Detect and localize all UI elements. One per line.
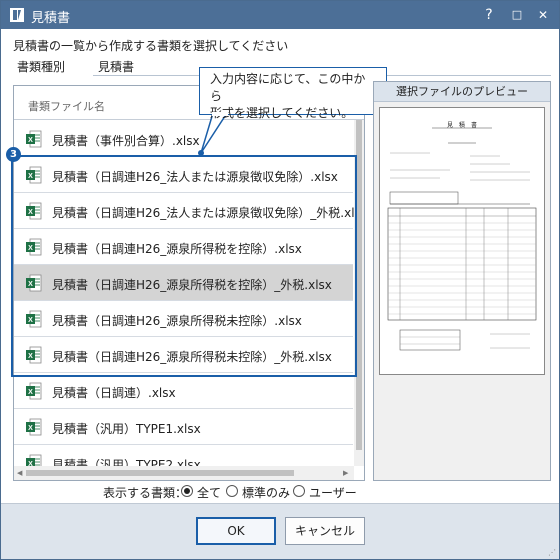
radio-all[interactable]	[181, 485, 193, 497]
excel-file-icon: X	[26, 130, 42, 148]
preview-document: 見 積 書	[379, 107, 545, 375]
highlight-box	[11, 155, 357, 377]
radio-standard[interactable]	[226, 485, 238, 497]
ok-button[interactable]: OK	[196, 517, 276, 545]
app-logo-icon	[10, 8, 24, 22]
cancel-button[interactable]: キャンセル	[285, 517, 365, 545]
callout-seam	[212, 112, 228, 116]
svg-text:X: X	[28, 425, 33, 432]
radio-user[interactable]	[293, 485, 305, 497]
scroll-left-icon[interactable]: ◀	[17, 469, 22, 477]
preview-panel: 選択ファイルのプレビュー 見 積 書	[373, 81, 551, 481]
list-item-name: 見積書（汎用）TYPE1.xlsx	[52, 422, 201, 436]
resize-grip-icon[interactable]: ⋰	[548, 548, 556, 557]
filter-bar: 表示する書類： 全て 標準のみ ユーザーのみ	[13, 483, 365, 517]
estimate-dialog: 見積書 ? □ ✕ 見積書の一覧から作成する書類を選択してください 書類種別 見…	[0, 0, 560, 560]
help-button[interactable]: ?	[477, 5, 501, 25]
preview-header: 選択ファイルのプレビュー	[374, 82, 550, 102]
list-item[interactable]: X 見積書（汎用）TYPE1.xlsx	[14, 409, 353, 445]
horizontal-scroll-thumb[interactable]	[26, 470, 294, 476]
title-bar: 見積書 ? □ ✕	[1, 1, 559, 29]
list-header-label: 書類ファイル名	[28, 100, 105, 113]
preview-doc-title: 見 積 書	[446, 122, 477, 129]
list-item[interactable]: X 見積書（事件別合算）.xlsx	[14, 121, 353, 157]
radio-all-label[interactable]: 全て	[197, 484, 221, 501]
svg-text:X: X	[28, 389, 33, 396]
doc-type-label: 書類種別	[17, 60, 66, 74]
instruction-text: 見積書の一覧から作成する書類を選択してください	[13, 39, 289, 53]
doc-type-value: 見積書	[98, 60, 135, 74]
callout-box: 入力内容に応じて、この中から 形式を選択してください。	[199, 67, 387, 120]
list-item-name: 見積書（事件別合算）.xlsx	[52, 134, 200, 148]
svg-text:X: X	[28, 137, 33, 144]
list-item[interactable]: X 見積書（日調連）.xlsx	[14, 373, 353, 409]
horizontal-scrollbar[interactable]: ◀ ▶	[14, 466, 354, 480]
step-badge: 3	[6, 147, 21, 162]
dialog-footer: OK キャンセル ⋰	[1, 503, 559, 559]
filter-label: 表示する書類：	[103, 486, 188, 500]
radio-standard-label[interactable]: 標準のみ	[242, 484, 290, 501]
maximize-button[interactable]: □	[505, 5, 529, 25]
close-button[interactable]: ✕	[531, 5, 555, 25]
callout-line-2: 形式を選択してください。	[210, 106, 354, 120]
preview-thumbnail	[387, 127, 537, 351]
list-item-name: 見積書（日調連）.xlsx	[52, 386, 176, 400]
excel-file-icon: X	[26, 418, 42, 436]
excel-file-icon: X	[26, 382, 42, 400]
scroll-right-icon[interactable]: ▶	[343, 469, 348, 477]
callout-line-1: 入力内容に応じて、この中から	[210, 72, 366, 103]
window-title: 見積書	[31, 11, 71, 26]
